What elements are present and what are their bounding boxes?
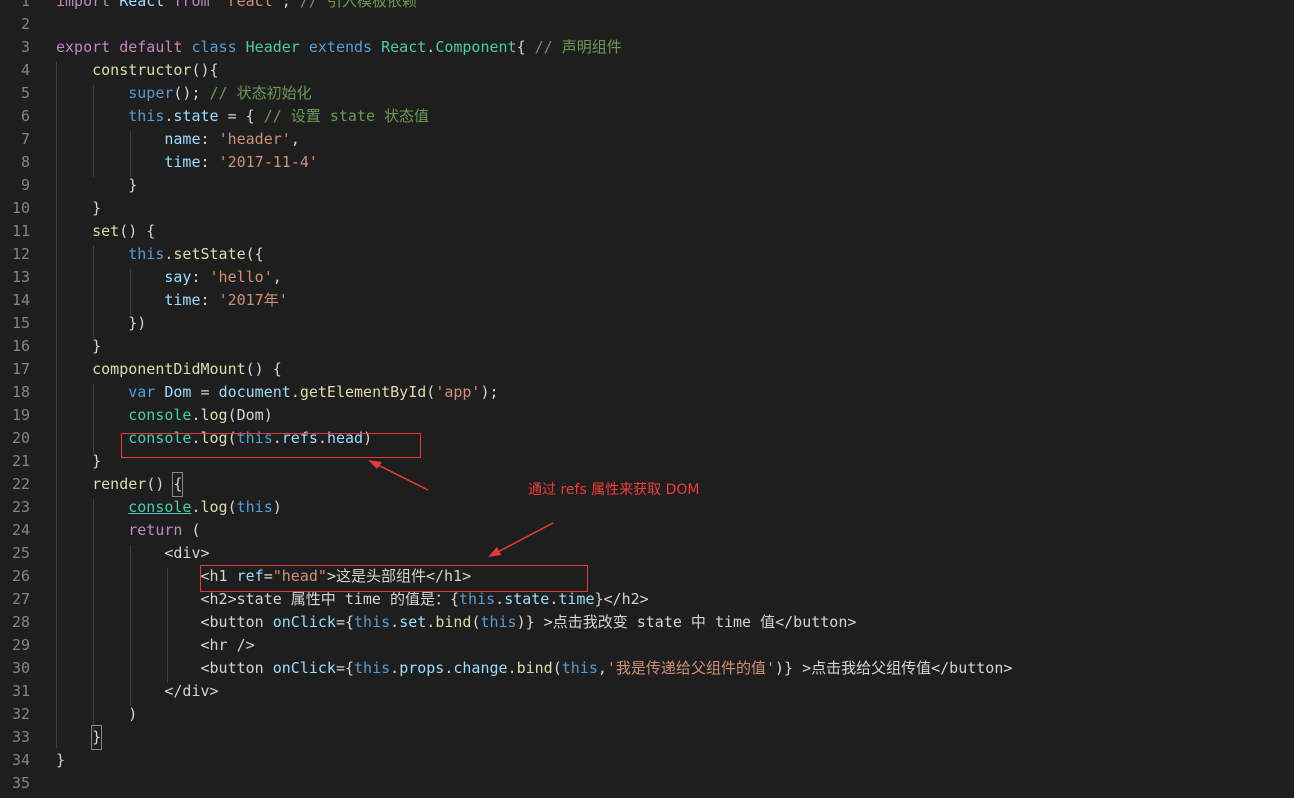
annotation-arrows bbox=[368, 460, 554, 557]
arrow-to-refs-head bbox=[368, 460, 382, 469]
arrow-to-h1-line bbox=[491, 522, 554, 556]
arrow-to-refs-line bbox=[371, 461, 429, 491]
arrow-to-h1-head bbox=[488, 547, 501, 557]
